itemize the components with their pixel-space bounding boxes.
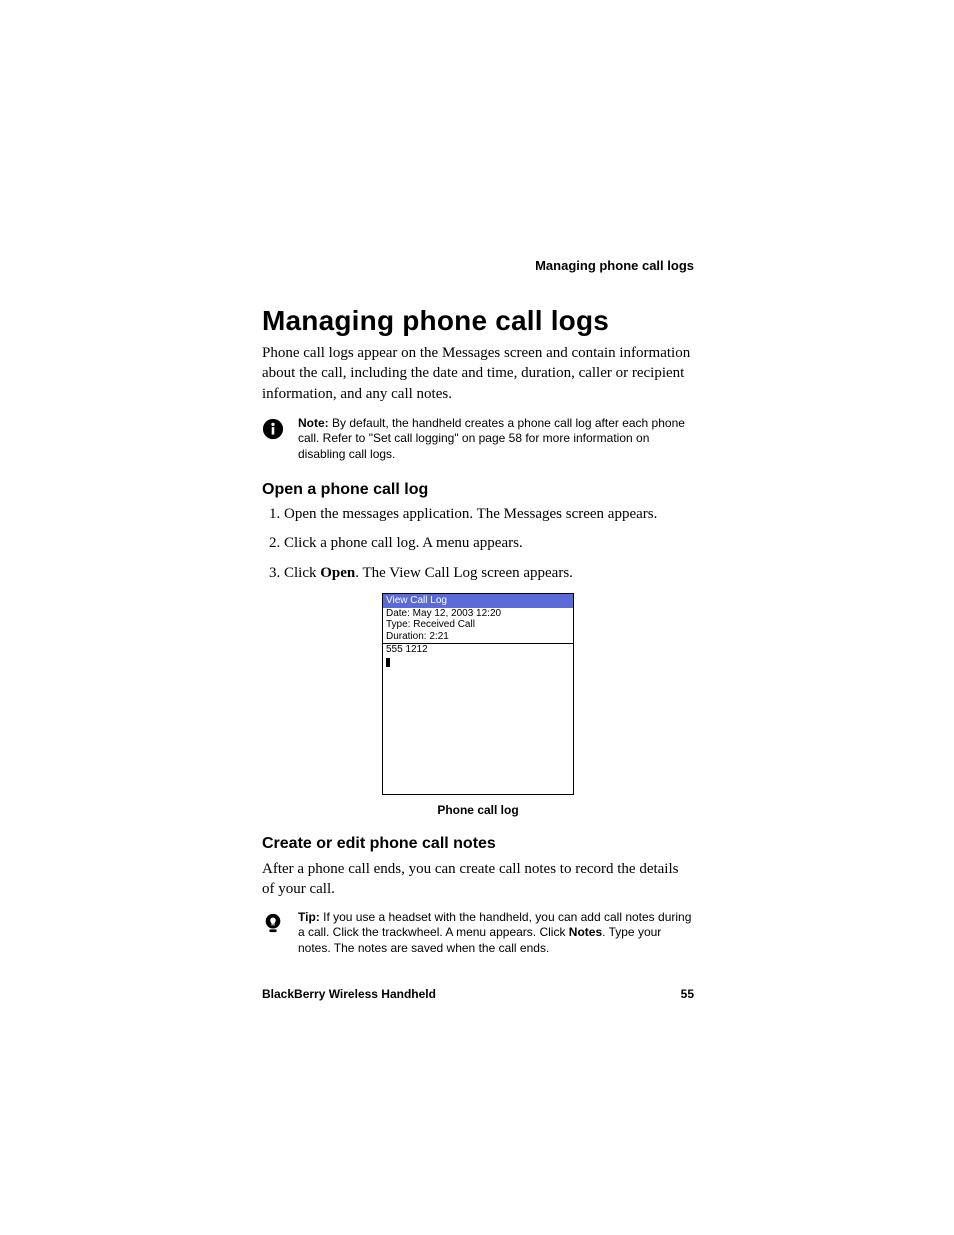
step3-suffix: . The View Call Log screen appears. [355,565,573,581]
tip-label: Tip: [298,910,320,924]
note-text: Note: By default, the handheld creates a… [298,416,694,463]
screenshot-titlebar: View Call Log [383,594,573,608]
document-page: Managing phone call logs Managing phone … [0,0,954,1235]
screenshot-duration: Duration: 2:21 [383,631,573,643]
screenshot-caption: Phone call log [262,803,694,817]
screenshot-date: Date: May 12, 2003 12:20 [383,608,573,620]
note-label: Note: [298,416,329,430]
step3-prefix: Click [284,565,320,581]
device-screenshot: View Call Log Date: May 12, 2003 12:20 T… [382,593,574,795]
screenshot-number: 555 1212 [383,644,573,656]
tip-text: Tip: If you use a headset with the handh… [298,910,694,957]
steps-list: Open the messages application. The Messa… [262,505,694,584]
intro-paragraph: Phone call logs appear on the Messages s… [262,343,694,404]
info-icon [262,418,284,440]
screenshot-figure: View Call Log Date: May 12, 2003 12:20 T… [262,593,694,817]
section2-body: After a phone call ends, you can create … [262,859,694,900]
screenshot-type: Type: Received Call [383,619,573,631]
section-heading-create-notes: Create or edit phone call notes [262,835,694,853]
step-item: Click Open. The View Call Log screen app… [284,564,694,584]
cursor-icon [386,658,390,667]
step3-bold: Open [320,565,355,581]
section-heading-open-log: Open a phone call log [262,481,694,499]
note-body: By default, the handheld creates a phone… [298,416,685,461]
step-item: Open the messages application. The Messa… [284,505,694,525]
footer-product: BlackBerry Wireless Handheld [262,987,436,1001]
page-footer: BlackBerry Wireless Handheld 55 [262,987,694,1001]
footer-page-number: 55 [681,987,694,1001]
tip-callout: Tip: If you use a headset with the handh… [262,910,694,957]
step-item: Click a phone call log. A menu appears. [284,534,694,554]
running-head: Managing phone call logs [535,258,694,273]
lightbulb-icon [262,912,284,934]
tip-bold: Notes [569,925,602,939]
note-callout: Note: By default, the handheld creates a… [262,416,694,463]
page-title: Managing phone call logs [262,305,694,337]
